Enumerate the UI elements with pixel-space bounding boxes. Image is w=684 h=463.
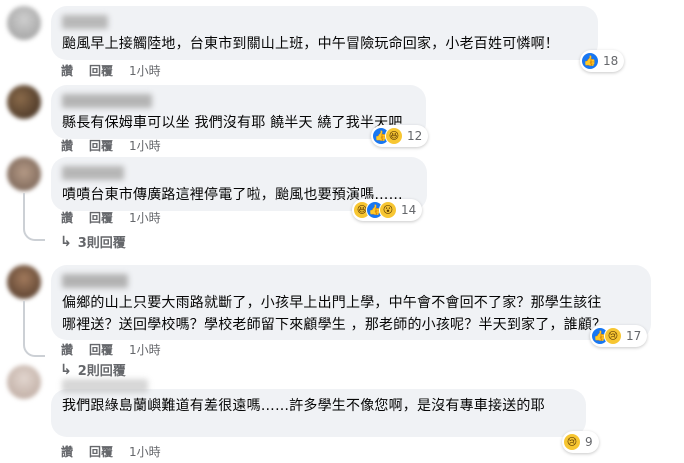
timestamp[interactable]: 1小時 — [129, 62, 161, 79]
reply-arrow-icon: ↳ — [60, 361, 72, 378]
like-button[interactable]: 讚 — [61, 443, 73, 460]
avatar[interactable] — [7, 85, 41, 119]
reaction-count: 12 — [407, 129, 423, 143]
comment-actions: 讚 回覆 1小時 — [61, 443, 161, 460]
thread-line — [23, 193, 25, 223]
reply-button[interactable]: 回覆 — [89, 341, 113, 358]
comment-actions: 讚 回覆 1小時 — [61, 341, 161, 358]
comment-text: 偏鄉的山上只要大雨路就斷了，小孩早上出門上學，中午會不會回不了家？那學生該往 哪… — [62, 295, 607, 333]
comment-bubble: 縣長有保姆車可以坐 我們沒有耶 饒半天 繞了我半天吧 — [51, 85, 426, 139]
avatar[interactable] — [7, 157, 41, 191]
haha-icon: 😆 — [385, 127, 403, 145]
comment-actions: 讚 回覆 1小時 — [61, 209, 161, 226]
comment-text: 颱風早上接觸陸地，台東市到關山上班，中午冒險玩命回家，小老百姓可憐啊！ — [62, 36, 559, 52]
sad-icon: 😢 — [563, 433, 581, 451]
reaction-summary[interactable]: 👍 😆 12 — [371, 125, 429, 147]
like-button[interactable]: 讚 — [61, 62, 73, 79]
reaction-count: 14 — [401, 203, 417, 217]
reaction-summary[interactable]: 😢 9 — [562, 431, 599, 453]
view-replies-button[interactable]: ↳ 2則回覆 — [60, 360, 126, 380]
comment-bubble: 偏鄉的山上只要大雨路就斷了，小孩早上出門上學，中午會不會回不了家？那學生該往 哪… — [51, 265, 651, 340]
comment-actions: 讚 回覆 1小時 — [61, 137, 161, 154]
wow-icon: 😮 — [379, 201, 397, 219]
thread-line — [23, 301, 25, 339]
reaction-summary[interactable]: 👍 18 — [580, 50, 625, 72]
like-button[interactable]: 讚 — [61, 341, 73, 358]
comment-bubble: 颱風早上接觸陸地，台東市到關山上班，中午冒險玩命回家，小老百姓可憐啊！ — [51, 6, 598, 60]
reaction-summary[interactable]: 😆 👍 😮 14 — [352, 199, 423, 221]
avatar[interactable] — [7, 265, 41, 299]
reaction-summary[interactable]: 👍 😢 17 — [590, 325, 648, 347]
author-name-redacted[interactable] — [62, 15, 108, 29]
view-replies-button[interactable]: ↳ 3則回覆 — [60, 232, 126, 252]
author-name-redacted[interactable] — [62, 94, 152, 108]
comment-text: 縣長有保姆車可以坐 我們沒有耶 饒半天 繞了我半天吧 — [62, 115, 403, 131]
timestamp[interactable]: 1小時 — [129, 209, 161, 226]
timestamp[interactable]: 1小時 — [129, 137, 161, 154]
reaction-count: 17 — [626, 329, 642, 343]
reply-button[interactable]: 回覆 — [89, 62, 113, 79]
like-button[interactable]: 讚 — [61, 137, 73, 154]
thread-connector — [23, 223, 45, 241]
comment-actions: 讚 回覆 1小時 — [61, 62, 161, 79]
reaction-count: 18 — [603, 54, 619, 68]
reaction-count: 9 — [585, 435, 593, 449]
avatar[interactable] — [7, 365, 41, 399]
reply-button[interactable]: 回覆 — [89, 137, 113, 154]
comment-text: 我們跟綠島蘭嶼難道有差很遠嗎……許多學生不像您啊，是沒有專車接送的耶 — [62, 398, 545, 414]
comment-bubble: 我們跟綠島蘭嶼難道有差很遠嗎……許多學生不像您啊，是沒有專車接送的耶 — [51, 379, 586, 437]
avatar[interactable] — [7, 6, 41, 40]
reply-button[interactable]: 回覆 — [89, 443, 113, 460]
replies-count-label: 3則回覆 — [77, 236, 126, 251]
reply-button[interactable]: 回覆 — [89, 209, 113, 226]
like-button[interactable]: 讚 — [61, 209, 73, 226]
replies-count-label: 2則回覆 — [77, 364, 126, 379]
author-name-redacted[interactable] — [62, 379, 148, 393]
author-name-redacted[interactable] — [62, 166, 124, 180]
reply-arrow-icon: ↳ — [60, 233, 72, 250]
like-icon: 👍 — [581, 52, 599, 70]
author-name-redacted[interactable] — [62, 274, 128, 288]
timestamp[interactable]: 1小時 — [129, 341, 161, 358]
thread-connector — [23, 339, 45, 357]
sad-icon: 😢 — [604, 327, 622, 345]
timestamp[interactable]: 1小時 — [129, 443, 161, 460]
